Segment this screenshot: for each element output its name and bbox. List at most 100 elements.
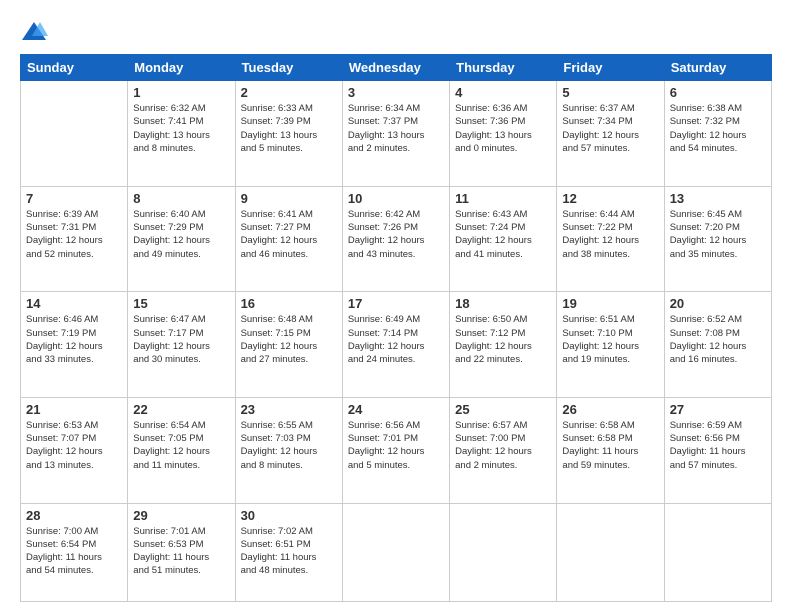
day-info: Sunrise: 6:46 AM Sunset: 7:19 PM Dayligh… bbox=[26, 313, 122, 366]
day-info: Sunrise: 6:57 AM Sunset: 7:00 PM Dayligh… bbox=[455, 419, 551, 472]
calendar-cell: 3Sunrise: 6:34 AM Sunset: 7:37 PM Daylig… bbox=[342, 81, 449, 187]
calendar-cell: 19Sunrise: 6:51 AM Sunset: 7:10 PM Dayli… bbox=[557, 292, 664, 398]
calendar-cell: 9 Sunrise: 6:41 AM Sunset: 7:27 PM Daylig… bbox=[235, 186, 342, 292]
calendar-cell: 18 Sunrise: 6:50 AM Sunset: 7:12 PM Dayli… bbox=[450, 292, 557, 398]
calendar-cell bbox=[342, 503, 449, 602]
calendar-cell: 7 Sunrise: 6:39 AM Sunset: 7:31 PM Daylig… bbox=[21, 186, 128, 292]
day-info: Sunrise: 6:44 AM Sunset: 7:22 PM Dayligh… bbox=[562, 208, 658, 261]
day-number: 11 bbox=[455, 191, 551, 206]
day-info: Sunrise: 6:43 AM Sunset: 7:24 PM Dayligh… bbox=[455, 208, 551, 261]
day-number: 14 bbox=[26, 296, 122, 311]
day-number: 16 bbox=[241, 296, 337, 311]
calendar-cell: 17Sunrise: 6:49 AM Sunset: 7:14 PM Dayli… bbox=[342, 292, 449, 398]
calendar-cell: 12 Sunrise: 6:44 AM Sunset: 7:22 PM Dayli… bbox=[557, 186, 664, 292]
calendar-cell: 21 Sunrise: 6:53 AM Sunset: 7:07 PM Dayli… bbox=[21, 397, 128, 503]
day-info: Sunrise: 6:36 AM Sunset: 7:36 PM Dayligh… bbox=[455, 102, 551, 155]
day-number: 13 bbox=[670, 191, 766, 206]
week-row-2: 7 Sunrise: 6:39 AM Sunset: 7:31 PM Daylig… bbox=[21, 186, 772, 292]
day-info: Sunrise: 7:00 AM Sunset: 6:54 PM Dayligh… bbox=[26, 525, 122, 578]
weekday-thursday: Thursday bbox=[450, 55, 557, 81]
day-info: Sunrise: 6:51 AM Sunset: 7:10 PM Dayligh… bbox=[562, 313, 658, 366]
day-info: Sunrise: 6:37 AM Sunset: 7:34 PM Dayligh… bbox=[562, 102, 658, 155]
day-number: 12 bbox=[562, 191, 658, 206]
logo bbox=[20, 18, 52, 46]
calendar-cell: 30 Sunrise: 7:02 AM Sunset: 6:51 PM Dayli… bbox=[235, 503, 342, 602]
calendar-cell: 4 Sunrise: 6:36 AM Sunset: 7:36 PM Daylig… bbox=[450, 81, 557, 187]
day-number: 9 bbox=[241, 191, 337, 206]
week-row-4: 21 Sunrise: 6:53 AM Sunset: 7:07 PM Dayli… bbox=[21, 397, 772, 503]
day-info: Sunrise: 7:02 AM Sunset: 6:51 PM Dayligh… bbox=[241, 525, 337, 578]
calendar-cell: 13 Sunrise: 6:45 AM Sunset: 7:20 PM Dayli… bbox=[664, 186, 771, 292]
weekday-header-row: SundayMondayTuesdayWednesdayThursdayFrid… bbox=[21, 55, 772, 81]
day-number: 29 bbox=[133, 508, 229, 523]
day-number: 26 bbox=[562, 402, 658, 417]
week-row-5: 28 Sunrise: 7:00 AM Sunset: 6:54 PM Dayli… bbox=[21, 503, 772, 602]
day-number: 17 bbox=[348, 296, 444, 311]
day-number: 25 bbox=[455, 402, 551, 417]
logo-icon bbox=[20, 18, 48, 46]
page: SundayMondayTuesdayWednesdayThursdayFrid… bbox=[0, 0, 792, 612]
header bbox=[20, 18, 772, 46]
day-number: 7 bbox=[26, 191, 122, 206]
weekday-tuesday: Tuesday bbox=[235, 55, 342, 81]
weekday-saturday: Saturday bbox=[664, 55, 771, 81]
calendar-cell: 15Sunrise: 6:47 AM Sunset: 7:17 PM Dayli… bbox=[128, 292, 235, 398]
day-number: 18 bbox=[455, 296, 551, 311]
day-number: 8 bbox=[133, 191, 229, 206]
calendar-cell: 26Sunrise: 6:58 AM Sunset: 6:58 PM Dayli… bbox=[557, 397, 664, 503]
weekday-friday: Friday bbox=[557, 55, 664, 81]
day-number: 21 bbox=[26, 402, 122, 417]
calendar-cell: 24Sunrise: 6:56 AM Sunset: 7:01 PM Dayli… bbox=[342, 397, 449, 503]
calendar-cell: 11 Sunrise: 6:43 AM Sunset: 7:24 PM Dayli… bbox=[450, 186, 557, 292]
day-number: 30 bbox=[241, 508, 337, 523]
week-row-3: 14 Sunrise: 6:46 AM Sunset: 7:19 PM Dayli… bbox=[21, 292, 772, 398]
day-number: 2 bbox=[241, 85, 337, 100]
calendar-cell bbox=[21, 81, 128, 187]
calendar-cell: 25 Sunrise: 6:57 AM Sunset: 7:00 PM Dayli… bbox=[450, 397, 557, 503]
day-info: Sunrise: 6:33 AM Sunset: 7:39 PM Dayligh… bbox=[241, 102, 337, 155]
day-info: Sunrise: 6:53 AM Sunset: 7:07 PM Dayligh… bbox=[26, 419, 122, 472]
weekday-monday: Monday bbox=[128, 55, 235, 81]
day-number: 28 bbox=[26, 508, 122, 523]
weekday-sunday: Sunday bbox=[21, 55, 128, 81]
weekday-wednesday: Wednesday bbox=[342, 55, 449, 81]
day-info: Sunrise: 6:59 AM Sunset: 6:56 PM Dayligh… bbox=[670, 419, 766, 472]
day-info: Sunrise: 6:38 AM Sunset: 7:32 PM Dayligh… bbox=[670, 102, 766, 155]
day-info: Sunrise: 6:54 AM Sunset: 7:05 PM Dayligh… bbox=[133, 419, 229, 472]
calendar-cell: 28 Sunrise: 7:00 AM Sunset: 6:54 PM Dayli… bbox=[21, 503, 128, 602]
day-info: Sunrise: 6:34 AM Sunset: 7:37 PM Dayligh… bbox=[348, 102, 444, 155]
calendar-cell: 22 Sunrise: 6:54 AM Sunset: 7:05 PM Dayli… bbox=[128, 397, 235, 503]
day-info: Sunrise: 6:56 AM Sunset: 7:01 PM Dayligh… bbox=[348, 419, 444, 472]
day-number: 4 bbox=[455, 85, 551, 100]
day-info: Sunrise: 6:48 AM Sunset: 7:15 PM Dayligh… bbox=[241, 313, 337, 366]
calendar-cell bbox=[664, 503, 771, 602]
calendar-cell: 27 Sunrise: 6:59 AM Sunset: 6:56 PM Dayli… bbox=[664, 397, 771, 503]
day-info: Sunrise: 6:55 AM Sunset: 7:03 PM Dayligh… bbox=[241, 419, 337, 472]
day-info: Sunrise: 6:39 AM Sunset: 7:31 PM Dayligh… bbox=[26, 208, 122, 261]
day-info: Sunrise: 6:41 AM Sunset: 7:27 PM Dayligh… bbox=[241, 208, 337, 261]
calendar-cell: 14 Sunrise: 6:46 AM Sunset: 7:19 PM Dayli… bbox=[21, 292, 128, 398]
day-number: 5 bbox=[562, 85, 658, 100]
day-info: Sunrise: 6:42 AM Sunset: 7:26 PM Dayligh… bbox=[348, 208, 444, 261]
calendar-cell bbox=[557, 503, 664, 602]
day-info: Sunrise: 6:47 AM Sunset: 7:17 PM Dayligh… bbox=[133, 313, 229, 366]
day-number: 22 bbox=[133, 402, 229, 417]
day-info: Sunrise: 6:32 AM Sunset: 7:41 PM Dayligh… bbox=[133, 102, 229, 155]
calendar-cell: 10 Sunrise: 6:42 AM Sunset: 7:26 PM Dayli… bbox=[342, 186, 449, 292]
calendar-cell: 2 Sunrise: 6:33 AM Sunset: 7:39 PM Daylig… bbox=[235, 81, 342, 187]
day-info: Sunrise: 6:45 AM Sunset: 7:20 PM Dayligh… bbox=[670, 208, 766, 261]
calendar-cell: 20 Sunrise: 6:52 AM Sunset: 7:08 PM Dayli… bbox=[664, 292, 771, 398]
day-number: 27 bbox=[670, 402, 766, 417]
day-number: 1 bbox=[133, 85, 229, 100]
calendar-cell: 8Sunrise: 6:40 AM Sunset: 7:29 PM Daylig… bbox=[128, 186, 235, 292]
calendar-cell bbox=[450, 503, 557, 602]
day-number: 20 bbox=[670, 296, 766, 311]
day-number: 6 bbox=[670, 85, 766, 100]
day-info: Sunrise: 6:52 AM Sunset: 7:08 PM Dayligh… bbox=[670, 313, 766, 366]
day-info: Sunrise: 6:50 AM Sunset: 7:12 PM Dayligh… bbox=[455, 313, 551, 366]
calendar-cell: 6 Sunrise: 6:38 AM Sunset: 7:32 PM Daylig… bbox=[664, 81, 771, 187]
calendar-cell: 16 Sunrise: 6:48 AM Sunset: 7:15 PM Dayli… bbox=[235, 292, 342, 398]
calendar-cell: 5 Sunrise: 6:37 AM Sunset: 7:34 PM Daylig… bbox=[557, 81, 664, 187]
day-number: 23 bbox=[241, 402, 337, 417]
day-number: 10 bbox=[348, 191, 444, 206]
